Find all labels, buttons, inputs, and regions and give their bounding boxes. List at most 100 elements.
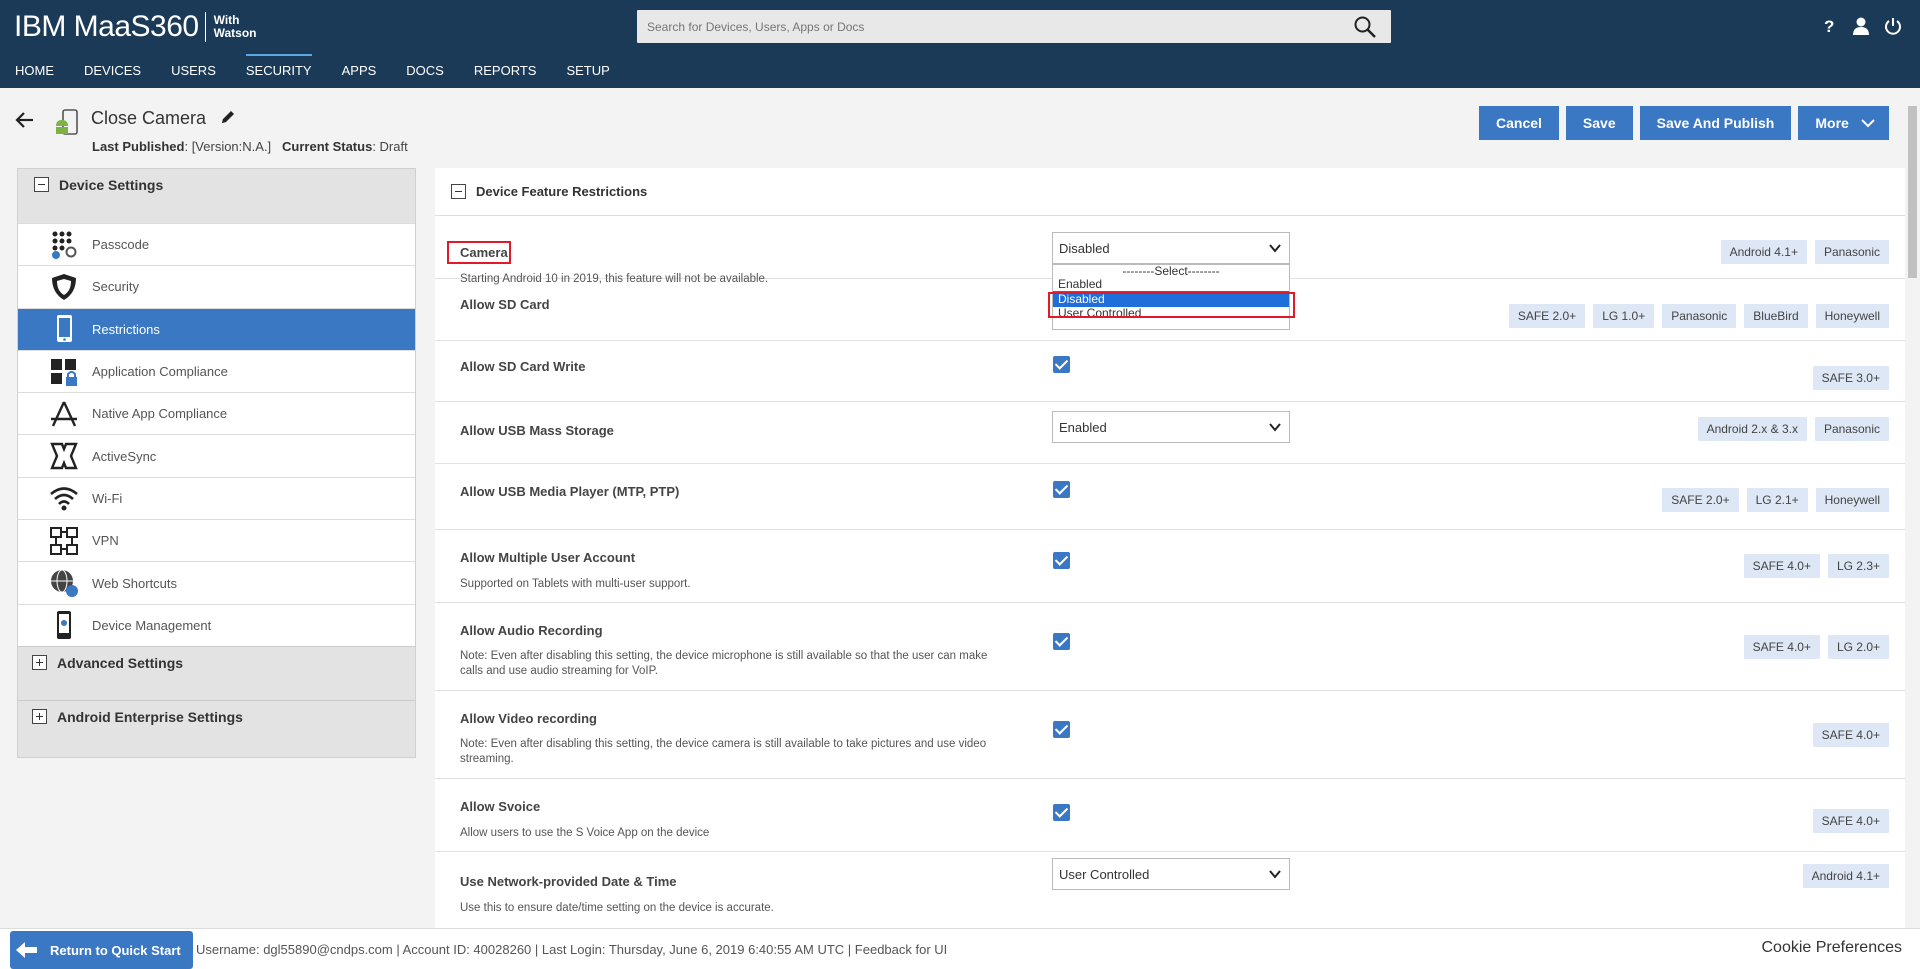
cookie-preferences-link[interactable]: Cookie Preferences xyxy=(1743,930,1902,969)
back-arrow-icon xyxy=(16,942,37,958)
setting-row-usb-media-player: Allow USB Media Player (MTP, PTP) SAFE 2… xyxy=(435,464,1905,530)
usb-media-player-checkbox[interactable] xyxy=(1053,481,1070,498)
setting-row-video-recording: Allow Video recording Note: Even after d… xyxy=(435,691,1905,779)
sidebar-item-label: Native App Compliance xyxy=(92,406,228,422)
expand-icon[interactable] xyxy=(32,654,47,670)
compat-tag: Panasonic xyxy=(1814,417,1889,441)
action-buttons: Cancel Save Save And Publish More xyxy=(1479,106,1889,140)
help-icon[interactable]: ? xyxy=(1820,16,1838,36)
setting-label: Allow SD Card Write xyxy=(460,359,586,374)
dropdown-option[interactable]: Enabled xyxy=(1053,278,1289,291)
power-icon[interactable] xyxy=(1884,16,1902,36)
expand-icon[interactable] xyxy=(32,708,47,724)
collapse-icon[interactable] xyxy=(451,184,466,199)
compat-tags: SAFE 4.0+ xyxy=(1812,809,1889,833)
more-button[interactable]: More xyxy=(1798,106,1889,140)
last-published-value: : [Version:N.A.] xyxy=(184,139,272,154)
return-to-quick-start-button[interactable]: Return to Quick Start xyxy=(10,931,193,969)
nav-users[interactable]: USERS xyxy=(156,62,231,88)
panel-header[interactable]: Device Feature Restrictions xyxy=(435,168,1905,216)
sidebar-item-passcode[interactable]: Passcode xyxy=(18,223,415,265)
compat-tag: LG 2.0+ xyxy=(1827,635,1889,659)
nav-home[interactable]: HOME xyxy=(0,62,69,88)
nav-apps[interactable]: APPS xyxy=(327,62,392,88)
svoice-checkbox[interactable] xyxy=(1053,804,1070,821)
search-input[interactable] xyxy=(637,10,1337,43)
save-and-publish-button[interactable]: Save And Publish xyxy=(1639,106,1792,140)
compat-tags: SAFE 4.0+ xyxy=(1812,723,1889,747)
header-utility-icons: ? xyxy=(1820,16,1902,36)
highlight-disabled-option xyxy=(1048,292,1295,318)
setting-row-usb-mass-storage: Allow USB Mass Storage Enabled Android 2… xyxy=(435,402,1905,464)
camera-select[interactable]: Disabled xyxy=(1052,232,1290,264)
sidebar-item-label: Device Management xyxy=(92,617,212,633)
compat-tags: Android 2.x & 3.x Panasonic xyxy=(1697,417,1889,441)
setting-row-svoice: Allow Svoice Allow users to use the S Vo… xyxy=(435,779,1905,852)
nav-docs[interactable]: DOCS xyxy=(391,62,459,88)
sidebar-item-restrictions[interactable]: Restrictions xyxy=(18,307,415,350)
collapse-icon[interactable] xyxy=(34,177,49,192)
usb-mass-storage-select[interactable]: Enabled xyxy=(1052,411,1290,443)
scrollbar-thumb[interactable] xyxy=(1908,106,1917,278)
sidebar-item-web-shortcuts[interactable]: Web Shortcuts xyxy=(18,561,415,603)
status-value: : Draft xyxy=(372,139,408,154)
sidebar-item-label: Security xyxy=(92,279,139,295)
setting-label: Allow USB Mass Storage xyxy=(460,423,614,438)
sd-card-write-checkbox[interactable] xyxy=(1053,356,1070,373)
video-recording-checkbox[interactable] xyxy=(1053,721,1070,738)
device-settings-header[interactable]: Device Settings xyxy=(18,169,415,223)
compat-tag: BlueBird xyxy=(1744,304,1808,328)
sidebar-item-label: VPN xyxy=(92,533,119,549)
save-button[interactable]: Save xyxy=(1565,106,1633,140)
compat-tag: SAFE 2.0+ xyxy=(1662,488,1739,512)
setting-label: Allow Svoice xyxy=(460,799,541,814)
select-value: Enabled xyxy=(1059,420,1107,435)
setting-label: Allow SD Card xyxy=(460,297,550,312)
device-management-icon xyxy=(48,609,80,641)
page-scrollbar[interactable] xyxy=(1905,96,1920,928)
panel-title: Device Feature Restrictions xyxy=(476,184,648,199)
compat-tag: SAFE 4.0+ xyxy=(1743,635,1820,659)
nav-reports[interactable]: REPORTS xyxy=(459,62,552,88)
sidebar-item-native-app-compliance[interactable]: Native App Compliance xyxy=(18,392,415,434)
android-enterprise-settings-header[interactable]: Android Enterprise Settings xyxy=(18,699,415,754)
sidebar-item-security[interactable]: Security xyxy=(18,265,415,307)
brand-logo[interactable]: IBM MaaS360 With Watson xyxy=(14,10,256,44)
logo-divider xyxy=(204,12,206,42)
compat-tags: SAFE 2.0+ LG 1.0+ Panasonic BlueBird Hon… xyxy=(1508,304,1889,328)
search-icon[interactable] xyxy=(1353,15,1377,39)
sidebar-item-wifi[interactable]: Wi-Fi xyxy=(18,476,415,519)
user-icon[interactable] xyxy=(1852,16,1870,36)
compat-tag: LG 2.1+ xyxy=(1746,488,1808,512)
top-header: IBM MaaS360 With Watson ? HOME DEVICES U… xyxy=(0,0,1920,88)
restricted-phone-icon xyxy=(48,313,80,345)
sidebar-item-vpn[interactable]: VPN xyxy=(18,519,415,561)
compat-tag: SAFE 2.0+ xyxy=(1508,304,1586,328)
nav-setup[interactable]: SETUP xyxy=(551,62,624,88)
sidebar-item-label: Passcode xyxy=(92,237,150,253)
compat-tag: Android 2.x & 3.x xyxy=(1697,417,1807,441)
account-info: Username: dgl55890@cndps.com | Account I… xyxy=(196,942,948,957)
back-arrow-icon[interactable] xyxy=(15,110,35,130)
svg-text:?: ? xyxy=(1824,17,1834,36)
setting-description: Supported on Tablets with multi-user sup… xyxy=(460,578,691,590)
device-settings-label: Device Settings xyxy=(59,177,164,193)
sidebar-item-device-management[interactable]: Device Management xyxy=(18,603,415,646)
compat-tag: LG 1.0+ xyxy=(1593,304,1655,328)
nav-devices[interactable]: DEVICES xyxy=(69,62,156,88)
setting-row-sd-card-write: Allow SD Card Write SAFE 3.0+ xyxy=(435,341,1905,402)
app-store-icon xyxy=(48,398,80,430)
edit-pencil-icon[interactable] xyxy=(219,108,237,126)
cancel-button[interactable]: Cancel xyxy=(1479,106,1559,140)
setting-label: Use Network-provided Date & Time xyxy=(460,874,677,889)
status-label: Current Status xyxy=(282,139,373,154)
sidebar-item-application-compliance[interactable]: Application Compliance xyxy=(18,349,415,392)
advanced-settings-header[interactable]: Advanced Settings xyxy=(18,645,415,700)
sidebar-item-activesync[interactable]: ActiveSync xyxy=(18,434,415,476)
multiple-user-account-checkbox[interactable] xyxy=(1053,552,1070,569)
compat-tag: Panasonic xyxy=(1662,304,1737,328)
global-search xyxy=(637,10,1391,43)
audio-recording-checkbox[interactable] xyxy=(1053,633,1070,650)
network-date-time-select[interactable]: User Controlled xyxy=(1052,858,1290,890)
nav-security[interactable]: SECURITY xyxy=(231,54,327,88)
